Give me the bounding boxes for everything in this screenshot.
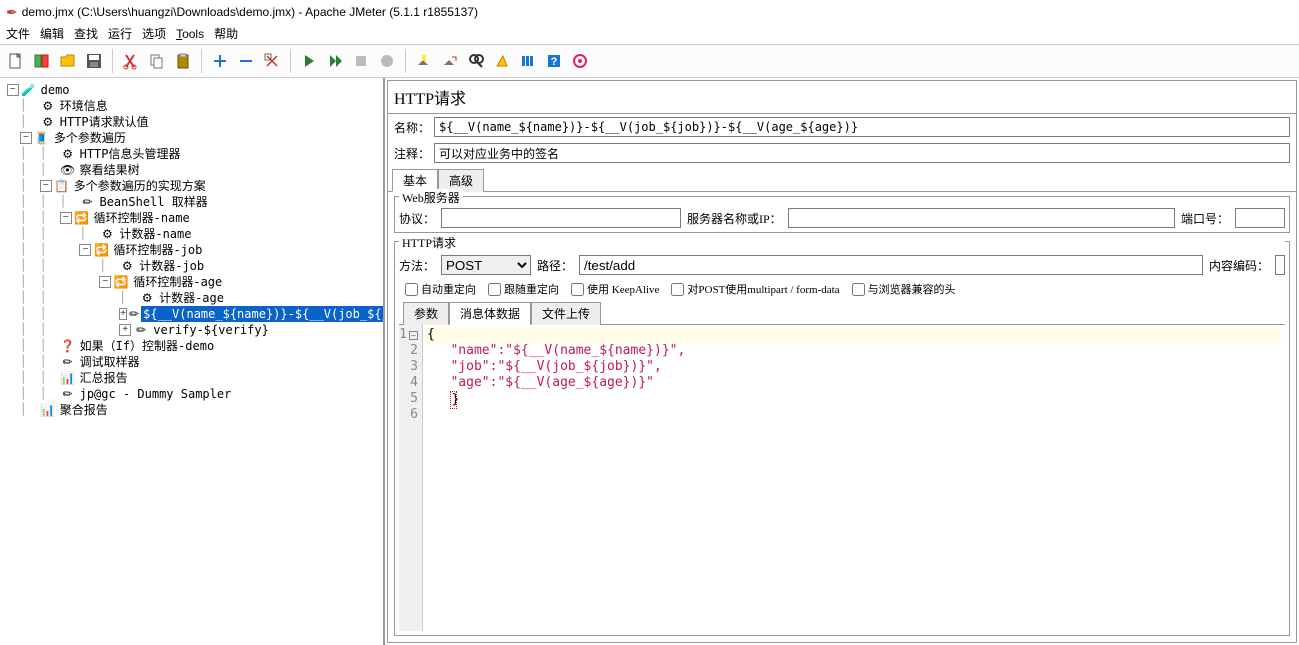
tab-file-upload[interactable]: 文件上传 <box>531 302 601 325</box>
expand-icon[interactable] <box>208 49 232 73</box>
menu-help[interactable]: 帮助 <box>214 24 238 44</box>
encoding-input[interactable] <box>1275 255 1285 275</box>
tree-node[interactable]: │ │ ❓如果（If）控制器-demo <box>0 338 383 354</box>
tree-pane[interactable]: −🧪demo │ ⚙环境信息 │ ⚙HTTP请求默认值 −🧵多个参数遍历 │ │… <box>0 78 385 645</box>
tree-node[interactable]: │ │ │ ✏BeanShell 取样器 <box>0 194 383 210</box>
tree-node[interactable]: │ │ 👁察看结果树 <box>0 162 383 178</box>
httpreq-legend: HTTP请求 <box>399 234 1285 251</box>
open-icon[interactable] <box>56 49 80 73</box>
paste-icon[interactable] <box>171 49 195 73</box>
window-title: demo.jmx (C:\Users\huangzi\Downloads\dem… <box>22 0 478 24</box>
tab-body-data[interactable]: 消息体数据 <box>449 302 531 325</box>
report-icon[interactable] <box>568 49 592 73</box>
comment-input[interactable] <box>434 143 1290 163</box>
new-icon[interactable] <box>4 49 28 73</box>
body-tabs: 参数 消息体数据 文件上传 <box>399 301 1285 325</box>
panel-title: HTTP请求 <box>388 81 1296 114</box>
editor-code[interactable]: { "name":"${__V(name_${name})}", "job":"… <box>423 325 1285 631</box>
tree-node[interactable]: │ │ −🔁循环控制器-job <box>0 242 383 258</box>
encoding-label: 内容编码： <box>1209 257 1269 274</box>
start-no-pause-icon[interactable] <box>323 49 347 73</box>
editor-gutter: 1−23456 <box>399 325 423 631</box>
clear-all-icon[interactable] <box>438 49 462 73</box>
function-icon[interactable] <box>516 49 540 73</box>
toolbar: ? <box>0 44 1299 78</box>
chk-multipart[interactable]: 对POST使用multipart / form-data <box>671 281 839 297</box>
tree-node[interactable]: │ ⚙HTTP请求默认值 <box>0 114 383 130</box>
comment-label: 注释： <box>394 145 430 162</box>
help-icon[interactable]: ? <box>542 49 566 73</box>
chk-follow-redirect[interactable]: 跟随重定向 <box>488 281 559 297</box>
menu-bar: 文件 编辑 查找 运行 选项 Tools 帮助 <box>0 24 1299 44</box>
method-label: 方法： <box>399 257 435 274</box>
app-icon: ✒ <box>6 0 18 24</box>
name-input[interactable] <box>434 117 1290 137</box>
right-pane: HTTP请求 名称： 注释： 基本 高级 Web服务器 协议： 服务器名称或IP… <box>385 78 1299 645</box>
server-input[interactable] <box>788 208 1175 228</box>
cut-icon[interactable] <box>119 49 143 73</box>
tree-node-testplan[interactable]: −🧪demo <box>0 82 383 98</box>
menu-search[interactable]: 查找 <box>74 24 98 44</box>
port-input[interactable] <box>1235 208 1285 228</box>
method-select[interactable]: POST <box>441 255 531 275</box>
tab-params[interactable]: 参数 <box>403 302 449 325</box>
tree-node[interactable]: │ │ ✏调试取样器 <box>0 354 383 370</box>
chk-auto-redirect[interactable]: 自动重定向 <box>405 281 476 297</box>
tree-node[interactable]: │ │ +✏verify-${verify} <box>0 322 383 338</box>
templates-icon[interactable] <box>30 49 54 73</box>
webserver-fieldset: Web服务器 协议： 服务器名称或IP： 端口号： <box>394 196 1290 233</box>
toggle-icon[interactable] <box>260 49 284 73</box>
search-icon[interactable] <box>464 49 488 73</box>
tree-node[interactable]: │ │ │ ⚙计数器-name <box>0 226 383 242</box>
httpreq-fieldset: HTTP请求 方法： POST 路径： 内容编码： 自动重定向 跟随重定向 使用… <box>394 241 1290 636</box>
chk-browser-headers[interactable]: 与浏览器兼容的头 <box>852 281 956 297</box>
tree-node[interactable]: │ │ ✏jp@gc - Dummy Sampler <box>0 386 383 402</box>
body-editor[interactable]: 1−23456 { "name":"${__V(name_${name})}",… <box>399 325 1285 631</box>
collapse-icon[interactable] <box>234 49 258 73</box>
server-label: 服务器名称或IP： <box>687 210 782 227</box>
config-tabs: 基本 高级 <box>388 168 1296 192</box>
tree-node[interactable]: │ ⚙环境信息 <box>0 98 383 114</box>
port-label: 端口号： <box>1181 210 1229 227</box>
tree-node[interactable]: │ │ −🔁循环控制器-age <box>0 274 383 290</box>
save-icon[interactable] <box>82 49 106 73</box>
tree-node-threadgroup[interactable]: −🧵多个参数遍历 <box>0 130 383 146</box>
tree-node[interactable]: │ │ │ ⚙计数器-age <box>0 290 383 306</box>
menu-tools[interactable]: Tools <box>176 24 204 44</box>
webserver-legend: Web服务器 <box>399 189 463 206</box>
menu-edit[interactable]: 编辑 <box>40 24 64 44</box>
protocol-input[interactable] <box>441 208 681 228</box>
protocol-label: 协议： <box>399 210 435 227</box>
cursor-icon: } <box>450 391 457 409</box>
copy-icon[interactable] <box>145 49 169 73</box>
title-bar: ✒ demo.jmx (C:\Users\huangzi\Downloads\d… <box>0 0 1299 24</box>
name-label: 名称： <box>394 119 430 136</box>
menu-run[interactable]: 运行 <box>108 24 132 44</box>
tree-node[interactable]: │ │ │ ⚙计数器-job <box>0 258 383 274</box>
path-input[interactable] <box>579 255 1203 275</box>
tree-node[interactable]: │ −📋多个参数遍历的实现方案 <box>0 178 383 194</box>
path-label: 路径： <box>537 257 573 274</box>
tree-node-selected[interactable]: │ │ +✏${__V(name_${name})}-${__V(job_${j… <box>0 306 383 322</box>
start-icon[interactable] <box>297 49 321 73</box>
svg-text:?: ? <box>551 56 558 68</box>
tree-node[interactable]: │ 📊聚合报告 <box>0 402 383 418</box>
reset-search-icon[interactable] <box>490 49 514 73</box>
chk-keepalive[interactable]: 使用 KeepAlive <box>571 281 659 297</box>
tree-node[interactable]: │ │ ⚙HTTP信息头管理器 <box>0 146 383 162</box>
tree-node[interactable]: │ │ −🔁循环控制器-name <box>0 210 383 226</box>
shutdown-icon[interactable] <box>375 49 399 73</box>
menu-options[interactable]: 选项 <box>142 24 166 44</box>
tree-node[interactable]: │ │ 📊汇总报告 <box>0 370 383 386</box>
stop-icon[interactable] <box>349 49 373 73</box>
clear-icon[interactable] <box>412 49 436 73</box>
menu-file[interactable]: 文件 <box>6 24 30 44</box>
